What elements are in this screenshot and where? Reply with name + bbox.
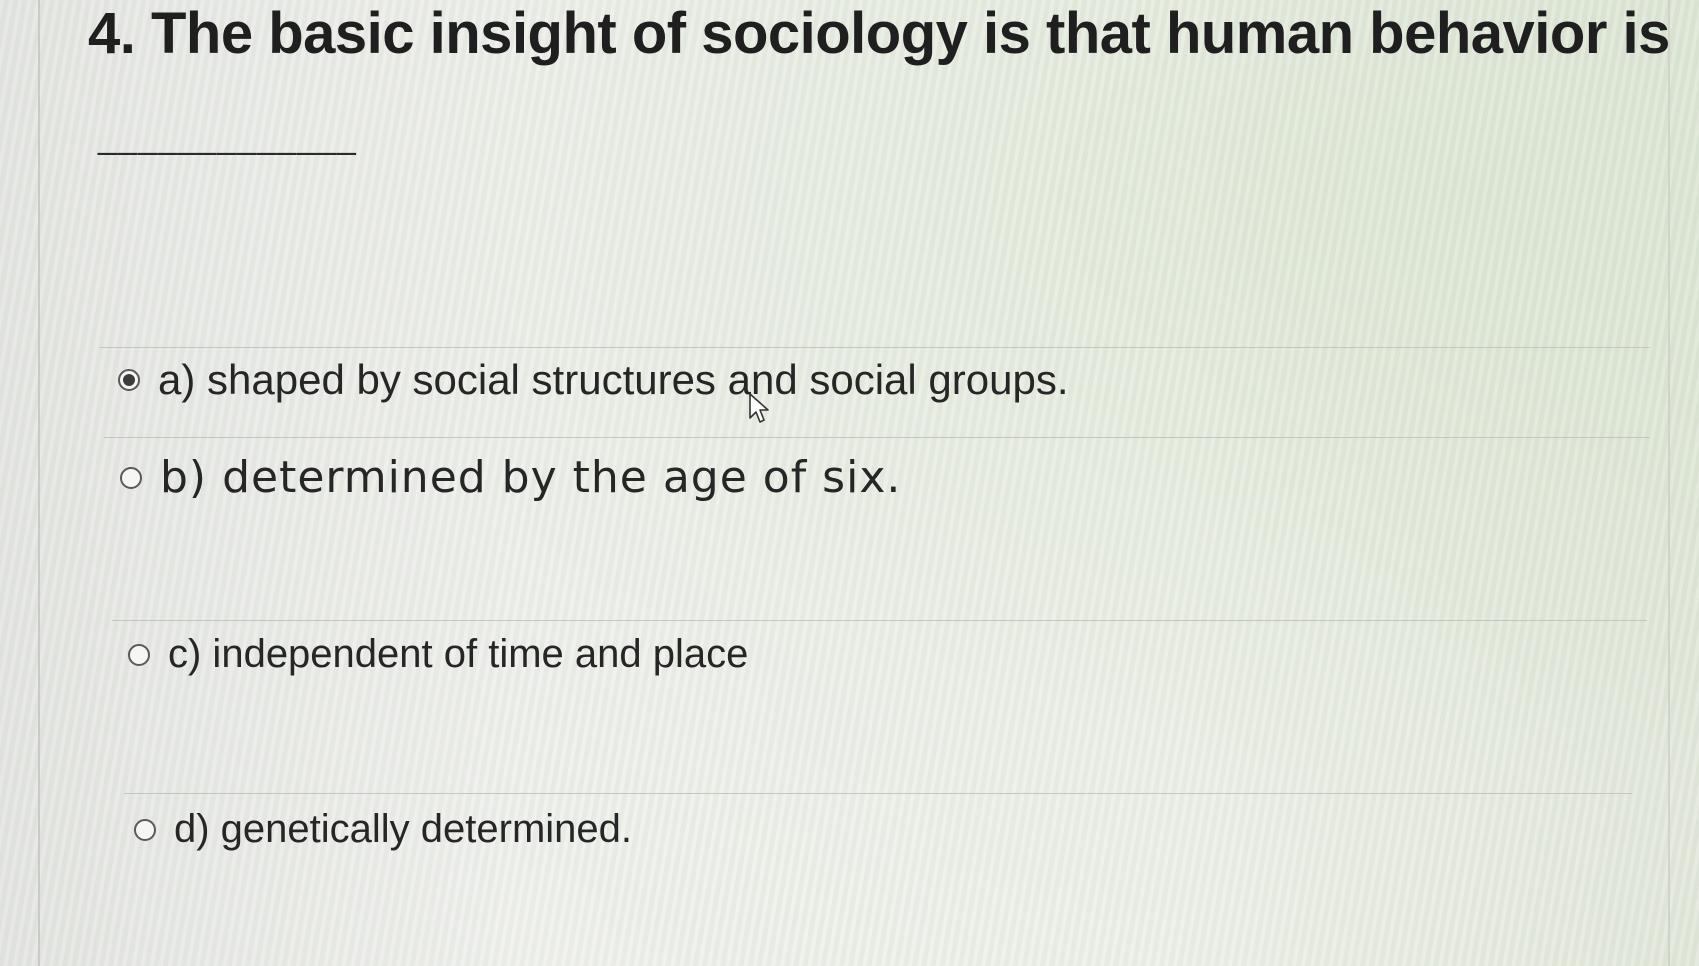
option-label: a) shaped by social structures and socia…	[158, 356, 1069, 403]
option-label: b) determined by the age of six.	[160, 452, 902, 503]
option-a[interactable]: a) shaped by social structures and socia…	[118, 356, 1069, 404]
left-border	[38, 0, 40, 966]
divider	[100, 347, 1650, 348]
radio-unselected-icon[interactable]	[120, 466, 142, 489]
radio-selected-icon[interactable]	[118, 369, 140, 391]
answer-blank: _____________	[98, 118, 357, 156]
divider	[104, 437, 1650, 438]
option-c[interactable]: c) independent of time and place	[128, 632, 748, 677]
divider	[124, 793, 1632, 794]
option-b[interactable]: b) determined by the age of six.	[120, 452, 901, 503]
radio-unselected-icon[interactable]	[128, 643, 150, 666]
option-label: d) genetically determined.	[174, 807, 633, 851]
mouse-pointer-icon	[749, 393, 769, 423]
divider	[112, 620, 1647, 621]
right-border	[1668, 0, 1670, 966]
question-text: 4. The basic insight of sociology is tha…	[88, 1, 1670, 66]
option-label: c) independent of time and place	[168, 632, 749, 676]
option-d[interactable]: d) genetically determined.	[134, 807, 632, 852]
radio-unselected-icon[interactable]	[134, 818, 156, 841]
